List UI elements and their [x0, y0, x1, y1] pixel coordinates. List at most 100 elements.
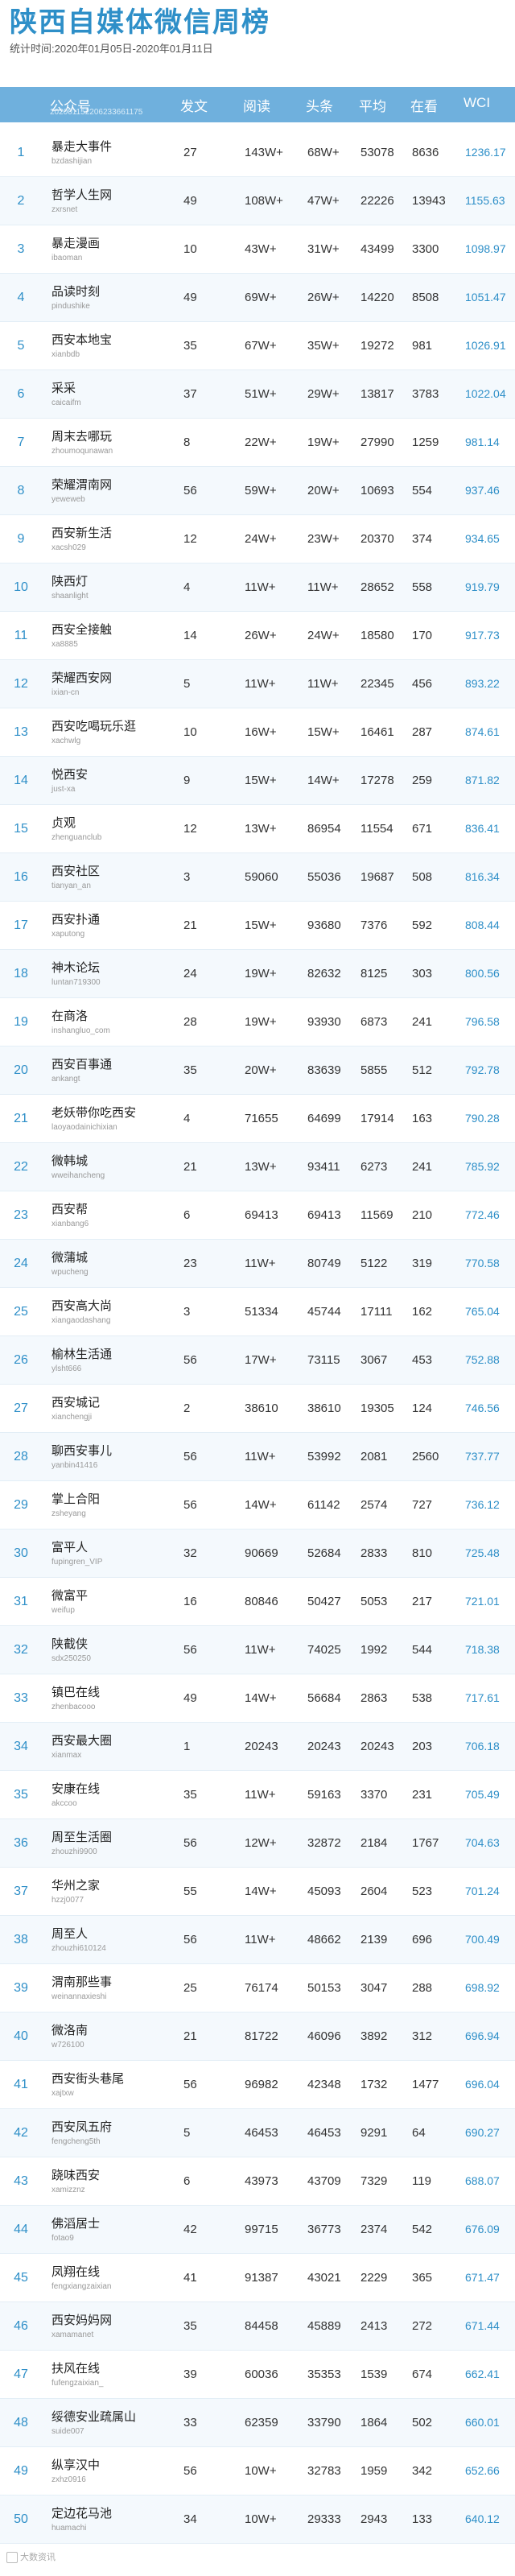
account-name: 在商洛: [52, 1009, 89, 1023]
headline-reads-cell: 19W+: [307, 436, 340, 449]
table-row: 35 安康在线 akccoo 35 11W+ 59163 3370 231 705.49: [0, 1771, 515, 1819]
posts-cell: 21: [183, 2029, 197, 2043]
wci-cell: 717.61: [465, 1691, 500, 1704]
average-cell: 5855: [360, 1063, 388, 1077]
account-name: 微蒲城: [52, 1251, 89, 1265]
account-id: bzdashijian: [52, 157, 93, 166]
headline-reads-cell: 45744: [307, 1305, 341, 1319]
looking-cell: 2560: [412, 1450, 439, 1463]
account-id: xacsh029: [52, 543, 86, 552]
wci-cell: 934.65: [465, 532, 500, 545]
looking-cell: 64: [412, 2126, 426, 2140]
rank-cell: 12: [14, 677, 28, 691]
account-name: 跷味西安: [52, 2169, 101, 2182]
account-name: 华州之家: [52, 1879, 101, 1893]
header-wci: WCI: [464, 95, 491, 110]
posts-cell: 3: [183, 870, 191, 884]
average-cell: 5122: [360, 1257, 388, 1270]
reads-cell: 11W+: [245, 1788, 276, 1802]
headline-reads-cell: 50153: [307, 1981, 341, 1995]
account-id: shaanlight: [52, 592, 89, 601]
account-name: 老妖带你吃西安: [52, 1106, 137, 1120]
batch-id: 202001152206233661175: [50, 108, 143, 117]
reads-cell: 14W+: [245, 1885, 277, 1898]
looking-cell: 544: [412, 1643, 433, 1657]
account-name: 贞观: [52, 816, 76, 830]
posts-cell: 34: [183, 2512, 197, 2526]
account-name: 西安凤五府: [52, 2120, 113, 2134]
table-row: 3 暴走漫画 ibaoman 10 43W+ 31W+ 43499 3300 1098.97: [0, 225, 515, 274]
average-cell: 14220: [360, 291, 394, 304]
account-id: fufengzaixian_: [52, 2379, 104, 2388]
looking-cell: 8508: [412, 291, 439, 304]
average-cell: 19687: [360, 870, 394, 884]
wci-cell: 792.78: [465, 1063, 500, 1076]
wci-cell: 816.34: [465, 870, 500, 883]
wci-cell: 772.46: [465, 1208, 500, 1221]
rank-cell: 41: [14, 2078, 28, 2091]
headline-reads-cell: 82632: [307, 967, 341, 980]
table-row: 47 扶风在线 fufengzaixian_ 39 60036 35353 1539 674 6…: [0, 2351, 515, 2399]
account-id: zsheyang: [52, 1509, 86, 1518]
header-looking: 在看: [410, 99, 438, 114]
average-cell: 2184: [360, 1836, 388, 1850]
headline-reads-cell: 24W+: [307, 629, 340, 642]
headline-reads-cell: 26W+: [307, 291, 340, 304]
rank-cell: 45: [14, 2271, 28, 2285]
account-name: 荣耀渭南网: [52, 478, 113, 492]
headline-reads-cell: 35W+: [307, 339, 340, 353]
looking-cell: 1259: [412, 436, 439, 449]
posts-cell: 14: [183, 629, 197, 642]
rank-cell: 5: [17, 339, 25, 353]
headline-reads-cell: 50427: [307, 1595, 341, 1608]
wci-cell: 752.88: [465, 1353, 500, 1366]
account-name: 安康在线: [52, 1782, 101, 1796]
wci-cell: 662.41: [465, 2368, 500, 2380]
wci-cell: 874.61: [465, 725, 500, 738]
logo-icon: [6, 2552, 18, 2564]
wci-cell: 698.92: [465, 1981, 500, 1994]
account-name: 暴走漫画: [52, 237, 101, 250]
wci-cell: 736.12: [465, 1498, 500, 1511]
account-id: laoyaodainichixian: [52, 1123, 117, 1132]
wci-cell: 696.04: [465, 2078, 500, 2091]
posts-cell: 49: [183, 1691, 197, 1705]
rank-cell: 39: [14, 1981, 28, 1995]
account-name: 镇巴在线: [52, 1686, 101, 1699]
looking-cell: 287: [412, 725, 433, 739]
average-cell: 1992: [360, 1643, 388, 1657]
table-row: 37 华州之家 hzzj0077 55 14W+ 45093 2604 523 701.24: [0, 1868, 515, 1916]
looking-cell: 162: [412, 1305, 433, 1319]
reads-cell: 80846: [245, 1595, 278, 1608]
watermark-text: 大数资讯: [20, 2553, 56, 2562]
table-row: 9 西安新生活 xacsh029 12 24W+ 23W+ 20370 374 934.65: [0, 515, 515, 564]
looking-cell: 365: [412, 2271, 433, 2285]
average-cell: 1732: [360, 2078, 388, 2091]
posts-cell: 1: [183, 1740, 191, 1753]
rank-cell: 15: [14, 822, 28, 836]
looking-cell: 8636: [412, 146, 439, 159]
footer-watermark: 大数资讯: [6, 2550, 56, 2564]
average-cell: 6873: [360, 1015, 388, 1029]
rank-cell: 22: [14, 1160, 28, 1174]
posts-cell: 56: [183, 2078, 197, 2091]
average-cell: 2943: [360, 2512, 388, 2526]
wci-cell: 688.07: [465, 2174, 500, 2187]
reads-cell: 43W+: [245, 242, 277, 256]
wci-cell: 893.22: [465, 677, 500, 690]
table-row: 48 绥德安业疏属山 suide007 33 62359 33790 1864 502 660.…: [0, 2399, 515, 2447]
table-row: 50 定边花马池 huamachi 34 10W+ 29333 2943 133 640.12: [0, 2496, 515, 2544]
wci-cell: 1026.91: [465, 339, 506, 352]
posts-cell: 55: [183, 1885, 197, 1898]
average-cell: 2374: [360, 2223, 388, 2236]
headline-reads-cell: 11W+: [307, 677, 339, 691]
account-name: 西安全接触: [52, 623, 113, 637]
posts-cell: 41: [183, 2271, 197, 2285]
posts-cell: 24: [183, 967, 197, 980]
wci-cell: 640.12: [465, 2512, 500, 2525]
account-id: ibaoman: [52, 254, 83, 262]
headline-reads-cell: 80749: [307, 1257, 341, 1270]
average-cell: 22345: [360, 677, 394, 691]
account-name: 陕西灯: [52, 575, 89, 588]
headline-reads-cell: 55036: [307, 870, 341, 884]
